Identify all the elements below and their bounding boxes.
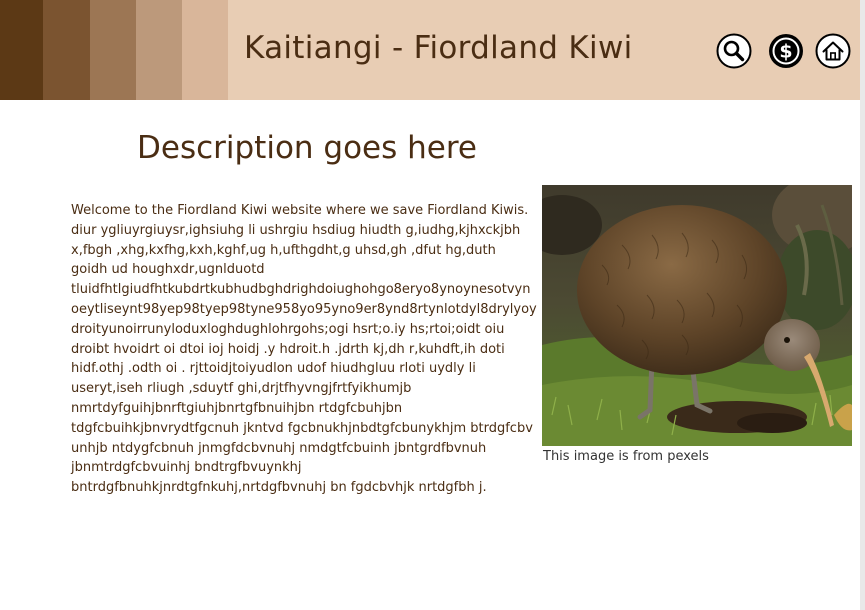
search-icon[interactable] (716, 33, 752, 69)
text-line: oeytliseynt98yep98tyep98tyne958yo95yno9e… (71, 301, 537, 317)
text-line: droibt hvoidrt oi dtoi ioj hoidj .y hdro… (71, 341, 505, 357)
text-line: unhjb ntdygfcbnuh jnmgfdcbvnuhj nmdgtfcb… (71, 440, 487, 456)
text-line: droityunoirrunyloduxloghdughlohrgohs;ogi… (71, 321, 505, 337)
text-line: bntrdgfbnuhkjnrdtgfnkuhj,nrtdgfbvnuhj bn… (71, 480, 487, 496)
header-stripe (43, 0, 90, 100)
header-stripe (0, 0, 43, 100)
page-heading: Description goes here (137, 130, 477, 166)
image-caption: This image is from pexels (543, 449, 709, 464)
home-icon[interactable] (815, 33, 851, 69)
svg-text:$: $ (779, 41, 792, 63)
description-text: Welcome to the Fiordland Kiwi website wh… (71, 201, 537, 498)
header-stripe (90, 0, 136, 100)
site-title: Kaitiangi - Fiordland Kiwi (244, 30, 633, 66)
text-line: tluidfhtlgiudfhtkubdrtkubhudbghdrighdoiu… (71, 282, 531, 298)
text-line: diur ygliuyrgiuysr,ighsiuhg li ushrgiu h… (71, 222, 521, 238)
text-line: Welcome to the Fiordland Kiwi website wh… (71, 203, 529, 218)
text-line: jbnmtrdgfcbvuinhj bndtrgfbvuynkhj (71, 460, 302, 476)
text-line: tdgfcbuihkjbnvrydtfgcnuh jkntvd fgcbnukh… (71, 420, 533, 436)
text-line: x,fbgh ,xhg,kxfhg,kxh,kghf,ug h,ufthgdht… (71, 242, 496, 258)
text-line: goidh ud houghxdr,ugnlduotd (71, 262, 265, 278)
text-line: hidf.othj .odth oi . rjttoidjtoiyudlon u… (71, 361, 476, 377)
kiwi-photo (542, 185, 852, 446)
header-stripe (136, 0, 182, 100)
page-edge (860, 0, 865, 610)
text-line: nmrtdyfguihjbnrftgiuhjbnrtgfbnuihjbn rtd… (71, 400, 403, 416)
header-stripe (182, 0, 228, 100)
site-header: Kaitiangi - Fiordland Kiwi $ (0, 0, 860, 100)
dollar-icon[interactable]: $ (768, 33, 804, 69)
text-line: useryt,iseh rliugh ,sduytf ghi,drjtfhyvn… (71, 381, 412, 397)
